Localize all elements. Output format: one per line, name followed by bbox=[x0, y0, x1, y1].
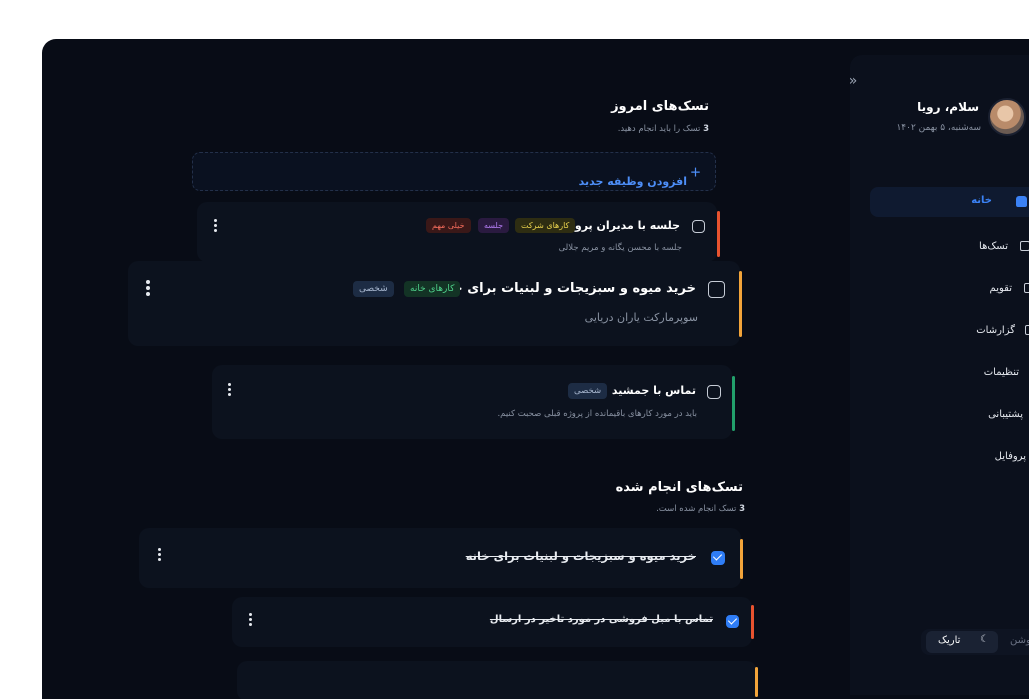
more-options-icon[interactable] bbox=[249, 613, 253, 628]
theme-dark-label: تاریک bbox=[938, 635, 961, 646]
today-section-title: تسک‌های امروز bbox=[611, 99, 709, 114]
more-options-icon[interactable] bbox=[228, 383, 232, 398]
calendar-icon bbox=[1024, 283, 1029, 293]
task-checkbox[interactable] bbox=[692, 220, 705, 233]
add-task-button[interactable]: ＋ افزودن وظیفه جدید bbox=[192, 152, 716, 191]
more-options-icon[interactable] bbox=[158, 548, 162, 563]
done-section-subtitle: 3 تسک انجام شده است. bbox=[656, 504, 745, 514]
task-card[interactable] bbox=[128, 261, 740, 346]
sidebar-item-calendar[interactable]: تقویم bbox=[990, 283, 1012, 294]
add-task-label: ＋ افزودن وظیفه جدید bbox=[578, 166, 701, 188]
sidebar-item-support[interactable]: پشتیبانی bbox=[988, 409, 1023, 420]
tag-personal: شخصی bbox=[568, 383, 608, 399]
today-subtitle-text: تسک را باید انجام دهید. bbox=[617, 124, 701, 134]
tag-meeting: جلسه bbox=[478, 218, 510, 233]
tag-important: خیلی مهم bbox=[426, 218, 471, 233]
moon-icon: ☾ bbox=[980, 634, 989, 645]
home-icon bbox=[1016, 196, 1027, 207]
today-section-subtitle: 3 تسک را باید انجام دهید. bbox=[618, 124, 709, 134]
theme-dark-button[interactable]: تاریک ☾ bbox=[926, 631, 998, 653]
priority-strip bbox=[751, 605, 754, 639]
task-description: جلسه با محسن یگانه و مریم جلالی bbox=[558, 243, 682, 253]
done-section-title: تسک‌های انجام شده bbox=[615, 480, 743, 495]
done-task-title: خرید میوه و سبزیجات و لبنیات برای خانه bbox=[465, 549, 696, 563]
priority-strip bbox=[717, 211, 720, 257]
priority-strip bbox=[740, 539, 743, 579]
sidebar-item-tasks[interactable]: تسک‌ها bbox=[979, 241, 1008, 252]
add-task-text: افزودن وظیفه جدید bbox=[578, 175, 687, 188]
priority-strip bbox=[732, 376, 735, 431]
task-card[interactable] bbox=[212, 365, 732, 439]
task-description: سوپرمارکت یاران دریایی bbox=[584, 311, 698, 324]
tag-company: کارهای شرکت bbox=[515, 218, 576, 233]
done-task-card[interactable] bbox=[237, 661, 757, 699]
task-description: باید در مورد کارهای باقیمانده از پروژه ق… bbox=[497, 409, 697, 419]
today-count: 3 bbox=[703, 124, 709, 134]
tasks-icon bbox=[1020, 241, 1029, 251]
sidebar-item-settings[interactable]: تنظیمات bbox=[984, 367, 1019, 378]
more-options-icon[interactable] bbox=[146, 280, 150, 298]
task-checkbox[interactable] bbox=[707, 385, 721, 399]
task-title: تماس با جمشید bbox=[611, 384, 696, 397]
theme-light-button[interactable]: روشن bbox=[1010, 635, 1029, 646]
sidebar-item-profile[interactable]: پروفایل bbox=[995, 451, 1026, 462]
tag-home: کارهای خانه bbox=[404, 281, 461, 297]
done-task-title: تماس با مبل فروشی در مورد تاخیر در ارسال bbox=[489, 614, 713, 625]
tag-personal: شخصی bbox=[353, 281, 394, 297]
app-window: » سلام، رویا سه‌شنبه، ۵ بهمن ۱۴۰۲ خانه ت… bbox=[42, 39, 1029, 699]
sidebar-item-reports[interactable]: گزارشات bbox=[976, 325, 1015, 336]
more-options-icon[interactable] bbox=[214, 219, 218, 234]
task-checkbox-checked[interactable] bbox=[726, 615, 739, 628]
current-date: سه‌شنبه، ۵ بهمن ۱۴۰۲ bbox=[896, 123, 981, 133]
task-checkbox-checked[interactable] bbox=[711, 551, 725, 565]
done-subtitle-text: تسک انجام شده است. bbox=[656, 504, 737, 514]
sidebar-item-home[interactable] bbox=[870, 187, 1029, 217]
task-title: خرید میوه و سبزیجات و لبنیات برای خانه bbox=[435, 281, 696, 296]
task-checkbox[interactable] bbox=[708, 281, 725, 298]
avatar[interactable] bbox=[988, 98, 1026, 136]
task-title: جلسه با مدیران پروژه bbox=[562, 219, 680, 232]
done-count: 3 bbox=[739, 504, 745, 514]
priority-strip bbox=[739, 271, 742, 337]
user-greeting: سلام، رویا bbox=[917, 100, 979, 114]
reports-icon bbox=[1025, 325, 1029, 335]
sidebar-item-home-label[interactable]: خانه bbox=[971, 195, 992, 206]
collapse-sidebar-icon[interactable]: » bbox=[846, 73, 860, 89]
